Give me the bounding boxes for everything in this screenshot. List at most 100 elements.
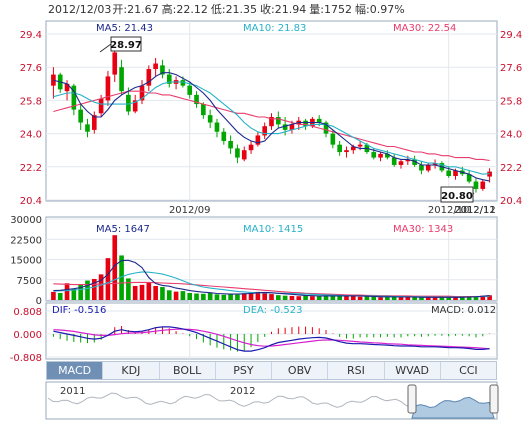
chart-canvas: 2012/12/03开:21.67 高:22.12 低:21.35 收:21.94 量:…: [10, 2, 522, 420]
price-tick-label-right: 20.4: [500, 196, 522, 207]
tab-rsi[interactable]: RSI: [328, 362, 385, 379]
candle-body: [248, 144, 254, 151]
volume-bar: [126, 278, 131, 300]
legend-price-ma5: MA5: 21.43: [96, 23, 153, 34]
volume-bar: [132, 285, 138, 300]
volume-bar: [214, 294, 220, 300]
legend-price-ma10: MA10: 21.83: [243, 23, 306, 34]
candle-body: [153, 63, 158, 70]
legend-vol-ma10: MA10: 1415: [243, 224, 303, 235]
price-tick-label-right: 25.8: [500, 96, 522, 107]
navigator-year-2011: 2011: [60, 386, 85, 397]
volume-bar: [323, 295, 329, 300]
min-price-callout: 20.80: [440, 186, 475, 203]
navigator-year-2012: 2012: [230, 386, 255, 397]
header-volume: 1752: [324, 3, 352, 16]
header-volume-label: 量:: [309, 3, 324, 16]
price-tick-label-left: 20.4: [20, 196, 42, 207]
volume-bar: [296, 296, 302, 300]
candle-body: [446, 170, 452, 177]
volume-bar: [275, 295, 281, 300]
volume-bar: [139, 284, 145, 300]
candle-body: [371, 152, 377, 158]
price-tick-label-left: 25.8: [20, 96, 42, 107]
volume-tick-label: 22500: [10, 235, 42, 246]
volume-bar: [85, 280, 90, 300]
volume-bar: [105, 258, 111, 300]
candle-body: [201, 104, 206, 116]
volume-bar: [269, 294, 274, 300]
candle-body: [187, 85, 193, 95]
ohlc-header: 2012/12/03开:21.67 高:22.12 低:21.35 收:21.94 量:…: [48, 2, 405, 16]
date-tick-label: 2012/09: [169, 205, 211, 216]
tab-boll[interactable]: BOLL: [160, 362, 216, 379]
legend-dea: DEA: -0.523: [243, 305, 302, 316]
header-high: 22.12: [176, 3, 208, 16]
candle-body: [391, 157, 397, 165]
tab-kdj[interactable]: KDJ: [103, 362, 160, 379]
tab-psy[interactable]: PSY: [216, 362, 272, 379]
volume-bar: [173, 291, 179, 300]
price-tick-label-left: 24.0: [20, 130, 42, 141]
min-price-label: 20.80: [441, 191, 473, 202]
navigator-left-handle[interactable]: [407, 384, 417, 414]
candle-body: [228, 140, 233, 149]
price-tick-label-right: 22.2: [500, 163, 522, 174]
volume-bar: [146, 282, 152, 300]
header-low: 21.35: [226, 3, 258, 16]
volume-bar: [350, 296, 356, 300]
volume-bar: [51, 291, 56, 300]
volume-bar: [398, 297, 404, 300]
macd-tick-label: -0.808: [10, 353, 42, 364]
candle-body: [119, 67, 124, 92]
volume-tick-label: 30000: [10, 215, 42, 226]
header-date: 2012/12/03: [48, 3, 111, 16]
candle-body: [241, 150, 247, 160]
header-open: 21.67: [127, 3, 159, 16]
volume-bar: [364, 296, 370, 300]
volume-bar: [289, 295, 295, 300]
indicator-tabs: MACD KDJ BOLL PSY OBV RSI WVAD CCI: [46, 361, 497, 380]
tab-cci[interactable]: CCI: [441, 362, 496, 379]
candle-body: [221, 131, 227, 141]
candle-body: [480, 181, 486, 189]
volume-bar: [303, 295, 308, 300]
legend-vol-ma5: MA5: 1647: [96, 224, 150, 235]
volume-bar: [194, 293, 199, 300]
tab-macd[interactable]: MACD: [47, 362, 104, 379]
volume-bar: [357, 296, 363, 300]
volume-bar: [201, 293, 206, 300]
candle-body: [85, 124, 90, 132]
volume-bar: [180, 291, 186, 300]
volume-bar: [419, 297, 424, 300]
volume-tick-label: 15000: [10, 256, 42, 267]
candle-body: [419, 164, 424, 171]
tab-obv[interactable]: OBV: [272, 362, 329, 379]
candle-body: [275, 117, 281, 125]
volume-bar: [221, 294, 227, 300]
candle-body: [378, 153, 383, 158]
volume-bar: [282, 295, 288, 300]
legend-dif: DIF: -0.516: [52, 305, 106, 316]
volume-tick-label: 0: [36, 296, 42, 307]
header-close: 21.94: [275, 3, 307, 16]
price-tick-label-right: 27.6: [500, 63, 522, 74]
volume-bar: [378, 297, 383, 300]
candle-body: [473, 181, 479, 189]
navigator-right-handle[interactable]: [489, 384, 499, 414]
volume-tick-label: 7500: [17, 276, 42, 287]
volume-bar: [405, 297, 411, 300]
stock-chart-widget: 2012/12/03开:21.67 高:22.12 低:21.35 收:21.94 量:…: [0, 0, 523, 421]
tab-wvad[interactable]: WVAD: [385, 362, 441, 379]
price-tick-label-right: 24.0: [500, 130, 522, 141]
volume-bar: [385, 297, 390, 300]
legend-vol-ma30: MA30: 1343: [393, 224, 453, 235]
candle-body: [112, 52, 118, 75]
candle-body: [425, 164, 431, 171]
date-tick-label: 2012/12: [454, 205, 496, 216]
header-change-label: 幅:: [355, 3, 370, 16]
volume-axis-ticks: 30000 22500 15000 7500 0: [10, 215, 42, 307]
price-tick-label-left: 27.6: [20, 63, 42, 74]
legend-macd: MACD: 0.012: [431, 305, 496, 316]
volume-bar: [316, 296, 322, 300]
